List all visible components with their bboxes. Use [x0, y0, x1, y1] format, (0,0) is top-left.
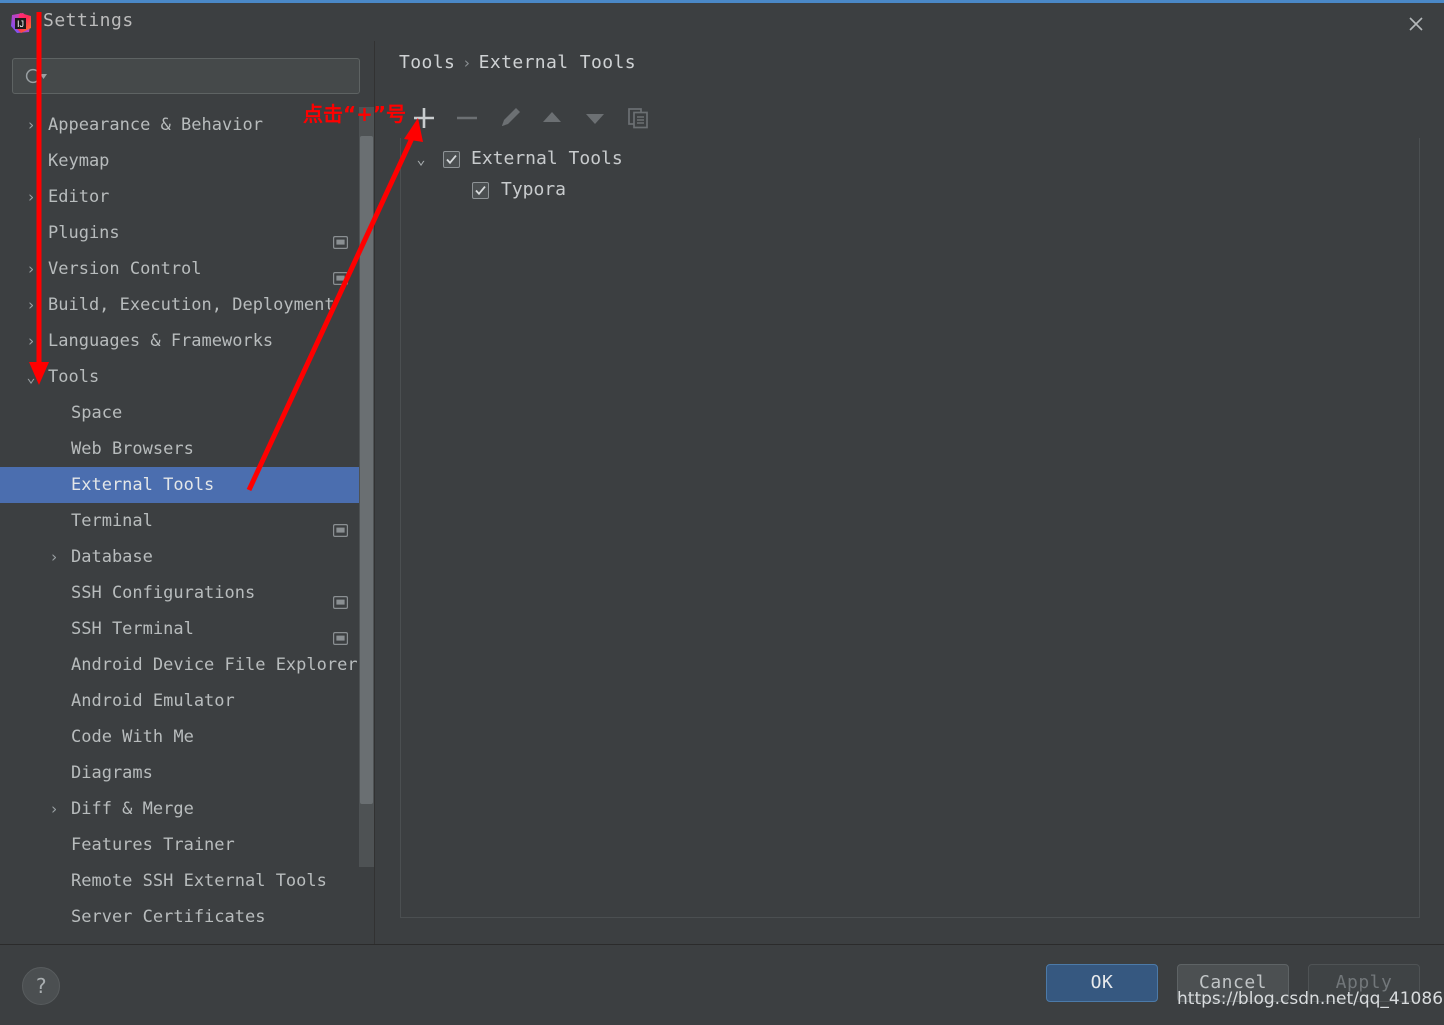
sidebar-item-ssh-configurations[interactable]: SSH Configurations [0, 575, 375, 611]
ok-button[interactable]: OK [1046, 964, 1158, 1002]
sidebar-item-features-trainer[interactable]: Features Trainer [0, 827, 375, 863]
sidebar-item-label: Diagrams [71, 763, 153, 783]
sidebar-item-tools[interactable]: ⌄ Tools [0, 359, 375, 395]
typora-label: Typora [501, 179, 567, 200]
group-checkbox[interactable] [443, 151, 460, 168]
sidebar-item-android-device-file-explorer[interactable]: Android Device File Explorer [0, 647, 375, 683]
sidebar-item-label: Tools [48, 367, 100, 387]
close-icon[interactable] [1402, 11, 1430, 37]
sidebar-item-label: Server Certificates [71, 907, 266, 927]
breadcrumb-separator-icon: › [462, 54, 472, 72]
chevron-right-icon[interactable]: › [22, 179, 40, 215]
help-icon: ? [34, 974, 48, 998]
sidebar-item-diagrams[interactable]: Diagrams [0, 755, 375, 791]
sidebar-item-diff-merge[interactable]: › Diff & Merge [0, 791, 375, 827]
external-tools-toolbar [400, 99, 1420, 138]
sidebar-item-ssh-terminal[interactable]: SSH Terminal [0, 611, 375, 647]
breadcrumb: Tools › External Tools [399, 52, 636, 73]
sidebar-item-database[interactable]: › Database [0, 539, 375, 575]
sidebar-item-label: Code With Me [71, 727, 194, 747]
sidebar-item-build-execution-deployment[interactable]: › Build, Execution, Deployment [0, 287, 375, 323]
chevron-right-icon[interactable]: › [45, 791, 63, 827]
sidebar-item-remote-ssh-external-tools[interactable]: Remote SSH External Tools [0, 863, 375, 899]
chevron-right-icon[interactable]: › [45, 539, 63, 575]
sidebar-item-label: Space [71, 403, 123, 423]
project-scope-icon [333, 226, 349, 250]
search-input[interactable] [12, 58, 360, 94]
sidebar-item-label: Android Device File Explorer [71, 655, 358, 675]
sidebar-item-label: Version Control [48, 259, 202, 279]
watermark-text: https://blog.csdn.net/qq_41086359 [1177, 989, 1444, 1009]
typora-checkbox[interactable] [472, 182, 489, 199]
project-scope-icon [333, 622, 349, 646]
sidebar-item-terminal[interactable]: Terminal [0, 503, 375, 539]
project-scope-icon [333, 262, 349, 286]
sidebar-item-label: Appearance & Behavior [48, 115, 263, 135]
settings-sidebar: › Appearance & Behavior Keymap › Editor Plugi… [0, 41, 375, 946]
sidebar-item-label: Languages & Frameworks [48, 331, 274, 351]
sidebar-item-label: Diff & Merge [71, 799, 194, 819]
sidebar-item-languages-frameworks[interactable]: › Languages & Frameworks [0, 323, 375, 359]
external-tools-tree-panel[interactable]: ⌄ External Tools Typora [400, 138, 1420, 918]
chevron-down-icon[interactable]: ⌄ [411, 144, 431, 174]
sidebar-item-label: Android Emulator [71, 691, 235, 711]
sidebar-item-label: External Tools [71, 475, 215, 495]
add-button[interactable] [405, 99, 443, 137]
copy-button[interactable] [619, 99, 657, 137]
sidebar-item-label: SSH Terminal [71, 619, 194, 639]
sidebar-item-label: SSH Configurations [71, 583, 256, 603]
settings-dialog: IJ Settings › Appearance & Behavior Keymap… [0, 0, 1444, 1021]
search-icon [25, 68, 51, 86]
sidebar-item-label: Features Trainer [71, 835, 235, 855]
sidebar-item-server-certificates[interactable]: Server Certificates [0, 899, 375, 935]
edit-button[interactable] [491, 99, 529, 137]
sidebar-item-appearance-behavior[interactable]: › Appearance & Behavior [0, 107, 375, 143]
move-down-button[interactable] [576, 99, 614, 137]
sidebar-scrollbar-thumb[interactable] [360, 136, 373, 804]
breadcrumb-parent[interactable]: Tools [399, 52, 455, 73]
breadcrumb-current: External Tools [478, 52, 636, 73]
project-scope-icon [333, 586, 349, 610]
sidebar-item-space[interactable]: Space [0, 395, 375, 431]
move-up-button[interactable] [533, 99, 571, 137]
sidebar-edge-divider [374, 41, 375, 946]
sidebar-item-label: Editor [48, 187, 110, 207]
intellij-idea-logo-icon: IJ [10, 12, 32, 34]
sidebar-item-label: Terminal [71, 511, 153, 531]
sidebar-item-external-tools[interactable]: External Tools [0, 467, 375, 503]
chevron-right-icon[interactable]: › [22, 323, 40, 359]
window-title: Settings [43, 10, 134, 31]
sidebar-item-plugins[interactable]: Plugins [0, 215, 375, 251]
project-scope-icon [333, 514, 349, 538]
svg-text:IJ: IJ [17, 19, 24, 29]
sidebar-item-editor[interactable]: › Editor [0, 179, 375, 215]
sidebar-item-version-control[interactable]: › Version Control [0, 251, 375, 287]
sidebar-item-android-emulator[interactable]: Android Emulator [0, 683, 375, 719]
chevron-right-icon[interactable]: › [22, 107, 40, 143]
dialog-footer: ? OK Cancel Apply [0, 945, 1444, 1021]
sidebar-item-label: Database [71, 547, 153, 567]
title-bar: IJ Settings [0, 3, 1444, 41]
sidebar-item-label: Web Browsers [71, 439, 194, 459]
sidebar-item-code-with-me[interactable]: Code With Me [0, 719, 375, 755]
group-label: External Tools [471, 148, 623, 169]
chevron-down-icon[interactable]: ⌄ [22, 359, 40, 395]
chevron-right-icon[interactable]: › [22, 251, 40, 287]
sidebar-item-web-browsers[interactable]: Web Browsers [0, 431, 375, 467]
sidebar-item-keymap[interactable]: Keymap [0, 143, 375, 179]
sidebar-item-label: Remote SSH External Tools [71, 871, 327, 891]
sidebar-item-label: Build, Execution, Deployment [48, 295, 335, 315]
help-button[interactable]: ? [22, 967, 60, 1005]
chevron-right-icon[interactable]: › [22, 287, 40, 323]
sidebar-item-label: Keymap [48, 151, 110, 171]
sidebar-item-label: Plugins [48, 223, 120, 243]
remove-button[interactable] [448, 99, 486, 137]
settings-category-tree[interactable]: › Appearance & Behavior Keymap › Editor Plugi… [0, 107, 375, 945]
